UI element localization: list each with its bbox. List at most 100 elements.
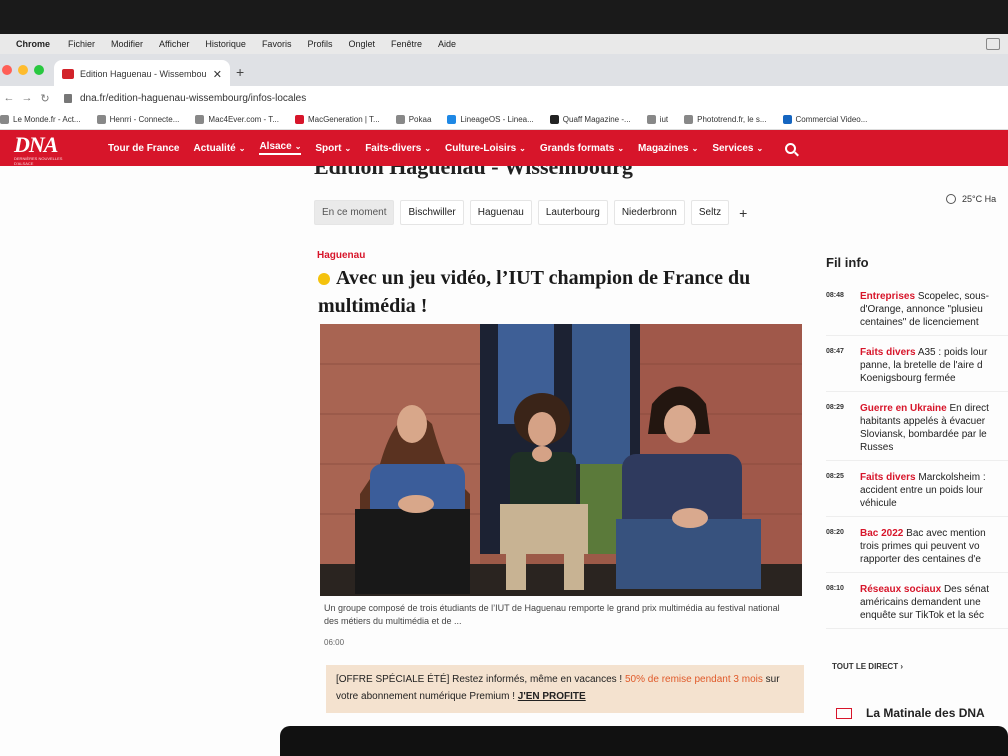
status-icon[interactable] [986, 38, 1000, 50]
browser-tab-strip: Edition Haguenau - Wissembou ✕ + [0, 54, 1008, 88]
menu-favoris[interactable]: Favoris [262, 39, 292, 49]
bookmark-item[interactable]: Pokaa [395, 115, 431, 124]
menu-chrome[interactable]: Chrome [16, 39, 50, 49]
news-category[interactable]: Entreprises [860, 291, 915, 302]
nav-item-magazines[interactable]: Magazines ⌄ [638, 143, 698, 154]
tab-seltz[interactable]: Seltz [690, 200, 730, 225]
envelope-icon [836, 707, 852, 719]
menu-aide[interactable]: Aide [438, 39, 456, 49]
nav-item-alsace[interactable]: Alsace ⌄ [259, 141, 302, 155]
news-text[interactable]: Faits divers A35 : poids lour panne, la … [860, 346, 1008, 385]
tab-niederbronn[interactable]: Niederbronn [613, 200, 685, 225]
weather-widget[interactable]: 25°C Ha [946, 194, 996, 204]
nav-item-culture-loisirs[interactable]: Culture-Loisirs ⌄ [445, 143, 526, 154]
browser-toolbar: ← → ↻ dna.fr/edition-haguenau-wissembour… [0, 86, 1008, 110]
tab-bischwiller[interactable]: Bischwiller [400, 200, 464, 225]
edition-title: Edition Haguenau - Wissembourg [314, 166, 633, 179]
menu-onglet[interactable]: Onglet [348, 39, 375, 49]
news-time: 08:29 [826, 404, 844, 411]
close-window-button[interactable] [2, 65, 12, 75]
logo-text: DNA [14, 132, 58, 157]
nav-item-tour-de-france[interactable]: Tour de France [108, 143, 180, 154]
dna-logo[interactable]: DNA DERNIÈRES NOUVELLES D'ALSACE [14, 132, 76, 167]
menu-profils[interactable]: Profils [307, 39, 332, 49]
news-category[interactable]: Bac 2022 [860, 528, 903, 539]
bookmark-item[interactable]: MacGeneration | T... [294, 115, 380, 124]
close-tab-icon[interactable]: ✕ [213, 68, 222, 81]
dna-premium-icon [318, 273, 330, 286]
bookmark-item[interactable]: Commercial Video... [782, 115, 867, 124]
bookmark-item[interactable]: Quaff Magazine -... [549, 115, 631, 124]
add-tab-icon[interactable]: + [739, 205, 747, 221]
bookmark-favicon-icon [447, 115, 457, 124]
lock-icon[interactable] [64, 93, 72, 103]
reload-icon[interactable]: ↻ [36, 92, 54, 105]
menu-fenetre[interactable]: Fenêtre [391, 39, 422, 49]
chevron-down-icon: ⌄ [294, 142, 302, 151]
news-category[interactable]: Guerre en Ukraine [860, 403, 947, 414]
bookmark-favicon-icon [96, 115, 106, 124]
menu-modifier[interactable]: Modifier [111, 39, 143, 49]
newsletter-label[interactable]: La Matinale des DNA [866, 706, 985, 720]
tab-lauterbourg[interactable]: Lauterbourg [537, 200, 608, 225]
nav-item-services[interactable]: Services ⌄ [712, 143, 763, 154]
forward-arrow-icon[interactable]: → [18, 92, 36, 104]
bookmark-favicon-icon [549, 115, 559, 124]
tab-haguenau[interactable]: Haguenau [469, 200, 532, 225]
news-text[interactable]: Bac 2022 Bac avec mention trois primes q… [860, 527, 1008, 566]
news-text[interactable]: Guerre en Ukraine En direct habitants ap… [860, 402, 1008, 454]
search-icon[interactable] [785, 142, 797, 154]
menu-fichier[interactable]: Fichier [68, 39, 95, 49]
bookmark-favicon-icon [782, 115, 792, 124]
article-photo[interactable] [320, 324, 802, 596]
newsletter-link[interactable]: La Matinale des DNA [836, 706, 985, 720]
all-direct-link[interactable]: TOUT LE DIRECT › [832, 662, 903, 671]
url-text[interactable]: dna.fr/edition-haguenau-wissembourg/info… [80, 93, 306, 104]
minimize-window-button[interactable] [18, 65, 28, 75]
window-controls [2, 65, 44, 75]
browser-tab[interactable]: Edition Haguenau - Wissembou ✕ [54, 60, 230, 88]
chevron-down-icon: ⌄ [617, 143, 625, 153]
promo-cta-link[interactable]: J'EN PROFITE [518, 691, 586, 702]
bookmarks-bar: Le Monde.fr - Act... Henrri - Connecte..… [0, 110, 1008, 130]
bookmark-favicon-icon [684, 115, 694, 124]
zoom-window-button[interactable] [34, 65, 44, 75]
menu-historique[interactable]: Historique [205, 39, 246, 49]
page-content: Edition Haguenau - Wissembourg En ce mom… [0, 166, 1008, 756]
news-category[interactable]: Faits divers [860, 347, 916, 358]
folder-icon [646, 115, 656, 124]
list-item[interactable]: 08:25 Faits divers Marckolsheim : accide… [826, 471, 1008, 517]
news-category[interactable]: Réseaux sociaux [860, 584, 941, 595]
address-bar[interactable]: dna.fr/edition-haguenau-wissembourg/info… [64, 88, 1008, 108]
bookmark-folder[interactable]: iut [646, 115, 668, 124]
nav-item-actualite[interactable]: Actualité ⌄ [194, 143, 246, 154]
bookmark-item[interactable]: Le Monde.fr - Act... [0, 115, 81, 124]
logo-subtitle: DERNIÈRES NOUVELLES D'ALSACE [14, 156, 63, 166]
news-text[interactable]: Entreprises Scopelec, sous- d'Orange, an… [860, 290, 1008, 329]
bookmark-item[interactable]: Henrri - Connecte... [96, 115, 179, 124]
bookmark-favicon-icon [0, 115, 9, 124]
menu-afficher[interactable]: Afficher [159, 39, 189, 49]
bookmark-item[interactable]: LineageOS - Linea... [447, 115, 534, 124]
article-kicker[interactable]: Haguenau [317, 250, 365, 261]
promo-banner[interactable]: [OFFRE SPÉCIALE ÉTÉ] Restez informés, mê… [326, 665, 804, 713]
laptop-bezel [280, 726, 1008, 756]
nav-item-sport[interactable]: Sport ⌄ [315, 143, 351, 154]
tab-en-ce-moment[interactable]: En ce moment [314, 200, 395, 225]
list-item[interactable]: 08:47 Faits divers A35 : poids lour pann… [826, 346, 1008, 392]
bookmark-item[interactable]: Phototrend.fr, le s... [684, 115, 767, 124]
article-headline[interactable]: Avec un jeu vidéo, l’IUT champion de Fra… [318, 264, 798, 320]
new-tab-button[interactable]: + [236, 64, 244, 80]
news-category[interactable]: Faits divers [860, 472, 916, 483]
nav-item-faits-divers[interactable]: Faits-divers ⌄ [365, 143, 431, 154]
list-item[interactable]: 08:29 Guerre en Ukraine En direct habita… [826, 402, 1008, 461]
fil-info-title: Fil info [826, 255, 869, 270]
list-item[interactable]: 08:48 Entreprises Scopelec, sous- d'Oran… [826, 290, 1008, 336]
back-arrow-icon[interactable]: ← [0, 92, 18, 104]
bookmark-item[interactable]: Mac4Ever.com - T... [195, 115, 279, 124]
nav-item-grands-formats[interactable]: Grands formats ⌄ [540, 143, 624, 154]
news-text[interactable]: Réseaux sociaux Des sénat américains dem… [860, 583, 1008, 622]
list-item[interactable]: 08:20 Bac 2022 Bac avec mention trois pr… [826, 527, 1008, 573]
list-item[interactable]: 08:10 Réseaux sociaux Des sénat américai… [826, 583, 1008, 629]
news-text[interactable]: Faits divers Marckolsheim : accident ent… [860, 471, 1008, 510]
